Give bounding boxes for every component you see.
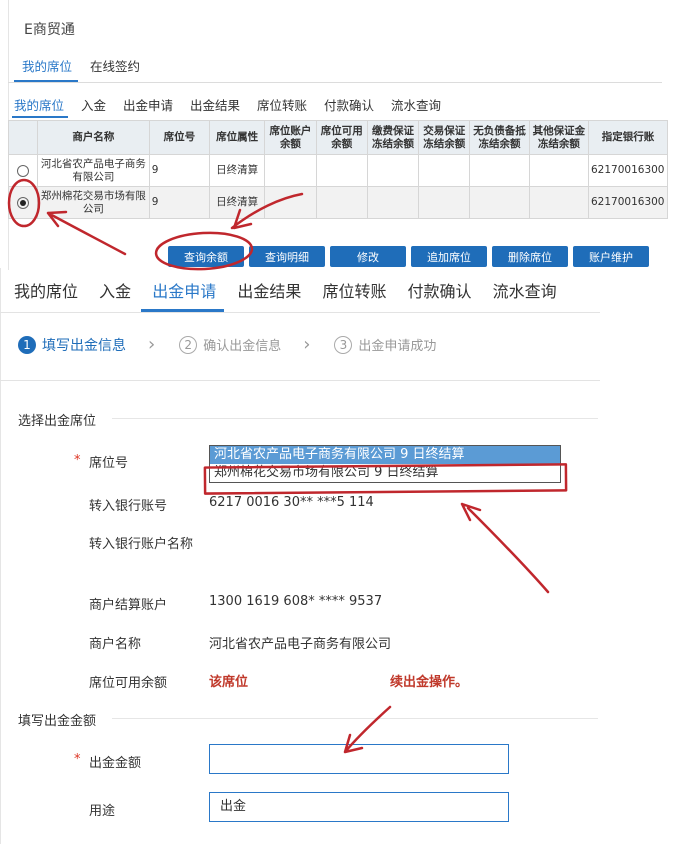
arrow-to-radio-annotation (46, 210, 127, 256)
arrow-to-table-annotation (230, 192, 304, 230)
radio-circle-annotation (7, 178, 41, 228)
arrow-to-amount-annotation (343, 705, 392, 754)
seat-option-highlight-annotation (203, 463, 568, 495)
query-balance-circle-annotation (154, 231, 254, 271)
red-annotations (7, 178, 568, 754)
arrow-to-seat-annotation (460, 502, 550, 594)
